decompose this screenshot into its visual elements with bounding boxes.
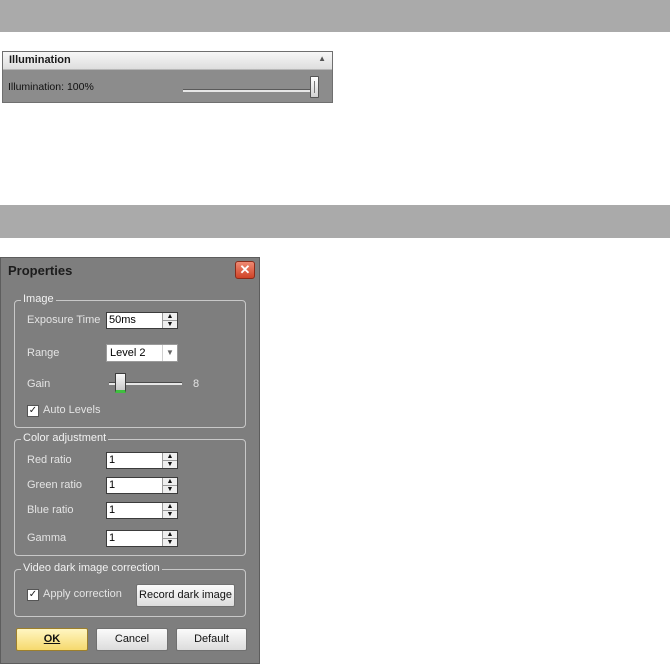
top-banner [0, 0, 670, 32]
gain-value: 8 [193, 378, 200, 390]
blue-ratio-label: Blue ratio [27, 504, 74, 516]
spin-up-icon[interactable]: ▲ [163, 503, 177, 510]
apply-correction-checkbox[interactable]: ✓ [27, 589, 39, 601]
green-ratio-arrows[interactable]: ▲ ▼ [162, 478, 177, 493]
green-ratio-label: Green ratio [27, 479, 83, 491]
exposure-time-spinner[interactable]: 50ms ▲ ▼ [106, 312, 178, 329]
gamma-arrows[interactable]: ▲ ▼ [162, 531, 177, 546]
chevron-down-icon[interactable]: ▼ [162, 345, 177, 361]
gamma-value[interactable]: 1 [109, 532, 115, 544]
spin-down-icon[interactable]: ▼ [163, 460, 177, 468]
blue-ratio-arrows[interactable]: ▲ ▼ [162, 503, 177, 518]
middle-banner [0, 205, 670, 238]
dark-correction-legend: Video dark image correction [21, 562, 162, 574]
exposure-time-label: Exposure Time [27, 314, 101, 326]
red-ratio-value[interactable]: 1 [109, 454, 115, 466]
ok-button-label: OK [43, 633, 61, 645]
cancel-button[interactable]: Cancel [96, 628, 168, 651]
blue-ratio-value[interactable]: 1 [109, 504, 115, 516]
image-group-legend: Image [21, 293, 56, 305]
spin-down-icon[interactable]: ▼ [163, 510, 177, 518]
red-ratio-arrows[interactable]: ▲ ▼ [162, 453, 177, 468]
red-ratio-label: Red ratio [27, 454, 72, 466]
illumination-header[interactable]: Illumination ▲ [3, 52, 332, 70]
gamma-spinner[interactable]: 1 ▲ ▼ [106, 530, 178, 547]
illumination-slider-thumb[interactable] [310, 76, 319, 98]
record-dark-image-button[interactable]: Record dark image [136, 584, 235, 607]
range-select[interactable]: Level 2 ▼ [106, 344, 178, 362]
chevron-up-icon[interactable]: ▲ [318, 54, 326, 63]
spin-down-icon[interactable]: ▼ [163, 320, 177, 328]
illumination-label: Illumination: 100% [8, 81, 94, 93]
blue-ratio-spinner[interactable]: 1 ▲ ▼ [106, 502, 178, 519]
exposure-time-arrows[interactable]: ▲ ▼ [162, 313, 177, 328]
gain-slider-thumb[interactable] [115, 373, 127, 393]
spin-down-icon[interactable]: ▼ [163, 538, 177, 546]
default-button[interactable]: Default [176, 628, 247, 651]
illumination-panel: Illumination ▲ Illumination: 100% [2, 51, 333, 103]
apply-correction-label: Apply correction [43, 588, 122, 600]
spin-down-icon[interactable]: ▼ [163, 485, 177, 493]
gamma-label: Gamma [27, 532, 67, 544]
range-label: Range [27, 347, 60, 359]
range-value: Level 2 [110, 347, 146, 359]
illumination-header-title: Illumination [9, 54, 71, 66]
red-ratio-spinner[interactable]: 1 ▲ ▼ [106, 452, 178, 469]
dialog-title: Properties [8, 263, 73, 278]
green-ratio-spinner[interactable]: 1 ▲ ▼ [106, 477, 178, 494]
exposure-time-value[interactable]: 50ms [109, 314, 136, 326]
auto-levels-checkbox[interactable]: ✓ [27, 405, 39, 417]
close-icon[interactable]: ✕ [235, 261, 255, 279]
gain-label: Gain [27, 378, 51, 390]
spin-up-icon[interactable]: ▲ [163, 313, 177, 320]
ok-button[interactable]: OK [16, 628, 88, 651]
spin-up-icon[interactable]: ▲ [163, 531, 177, 538]
green-ratio-value[interactable]: 1 [109, 479, 115, 491]
spin-up-icon[interactable]: ▲ [163, 453, 177, 460]
color-adjustment-legend: Color adjustment [21, 432, 109, 444]
auto-levels-label: Auto Levels [43, 404, 101, 416]
illumination-slider-track[interactable] [183, 89, 319, 92]
spin-up-icon[interactable]: ▲ [163, 478, 177, 485]
